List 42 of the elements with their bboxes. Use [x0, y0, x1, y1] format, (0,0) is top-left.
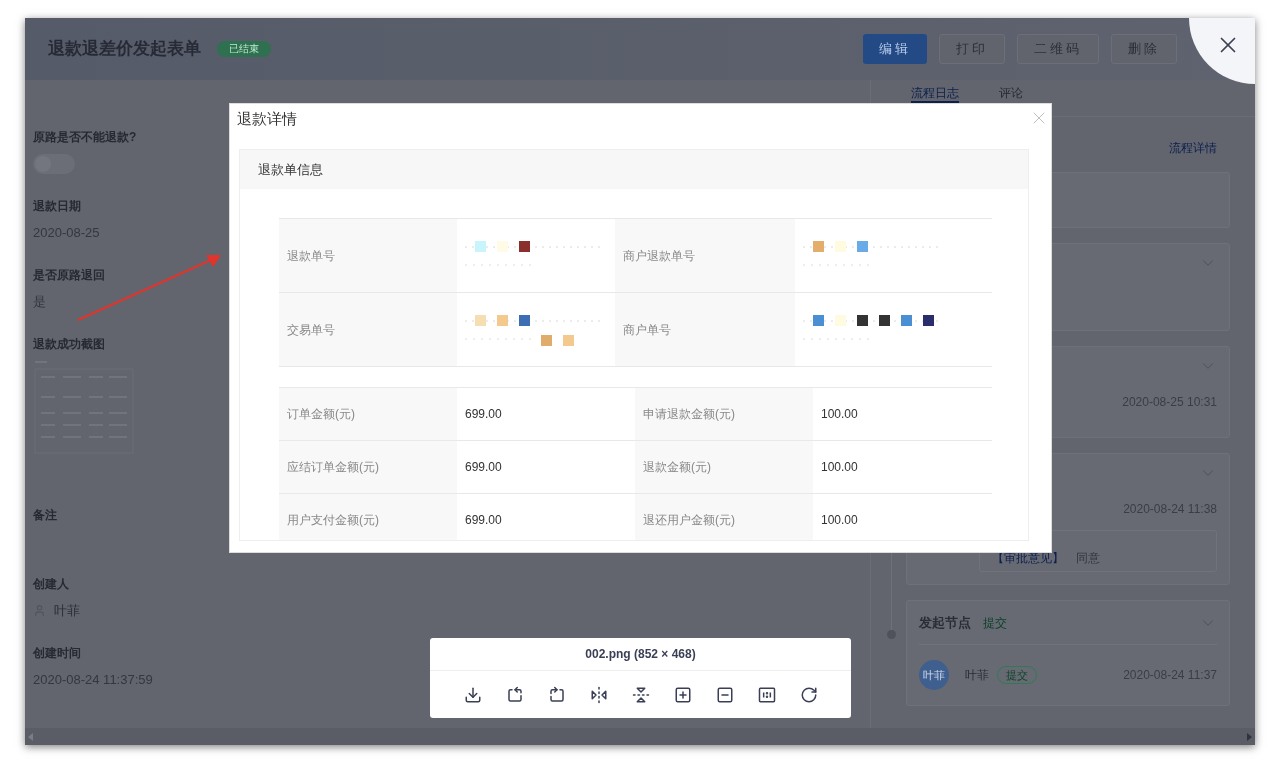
- download-icon: [463, 685, 482, 704]
- table-cell: 商户退款单号: [615, 219, 795, 292]
- zoom-out-icon: [715, 685, 734, 704]
- table-cell: 退款单号: [279, 219, 457, 292]
- field-label: 原路是否不能退款?: [33, 129, 137, 146]
- field-label: 是否原路退回: [33, 267, 105, 284]
- field-label: 退款成功截图: [33, 336, 105, 353]
- table-cell: 交易单号: [279, 293, 457, 366]
- rotate-left-icon: [505, 685, 524, 704]
- dialog-title: 退款详情: [237, 109, 297, 129]
- table-cell: 退还用户金额(元): [635, 494, 813, 540]
- user-avatar: 叶菲: [919, 660, 949, 690]
- table-cell-text: 100.00: [820, 406, 859, 423]
- process-detail-link[interactable]: 流程详情: [1169, 139, 1217, 172]
- panel-tab[interactable]: 评论: [999, 86, 1023, 103]
- field-label: 退款日期: [33, 198, 81, 215]
- table-cell: 商户单号: [615, 293, 795, 366]
- table-cell: 应结订单金额(元): [279, 441, 457, 493]
- table-cell-text: 699.00: [464, 406, 503, 423]
- node-status: 提交: [983, 614, 1007, 632]
- user-name: 叶菲: [965, 667, 989, 684]
- table-cell-text: 100.00: [820, 459, 859, 476]
- rotate-right-icon: [547, 685, 566, 704]
- table-cell: 退款金额(元): [635, 441, 813, 493]
- table-cell-text: 100.00: [820, 512, 859, 529]
- image-caption: 002.png (852 × 468): [585, 646, 696, 663]
- field-label: 备注: [33, 507, 57, 524]
- table-cell-text: 699.00: [464, 459, 503, 476]
- node-title: 发起节点: [919, 613, 971, 632]
- status-badge: 已结束: [217, 41, 271, 57]
- flip-vertical-icon: [631, 685, 650, 704]
- field-label: 创建人: [33, 576, 69, 593]
- flip-horizontal-icon: [589, 685, 608, 704]
- reset-icon: [799, 685, 818, 704]
- table-cell: 用户支付金额(元): [279, 494, 457, 540]
- header-button[interactable]: 编辑: [863, 34, 927, 64]
- table-cell: 订单金额(元): [279, 388, 457, 440]
- zoom-in-icon: [673, 685, 692, 704]
- table-cell-text: 699.00: [464, 512, 503, 529]
- section-title: 退款单信息: [258, 160, 323, 179]
- field-label: 创建时间: [33, 645, 81, 662]
- table-cell: 申请退款金额(元): [635, 388, 813, 440]
